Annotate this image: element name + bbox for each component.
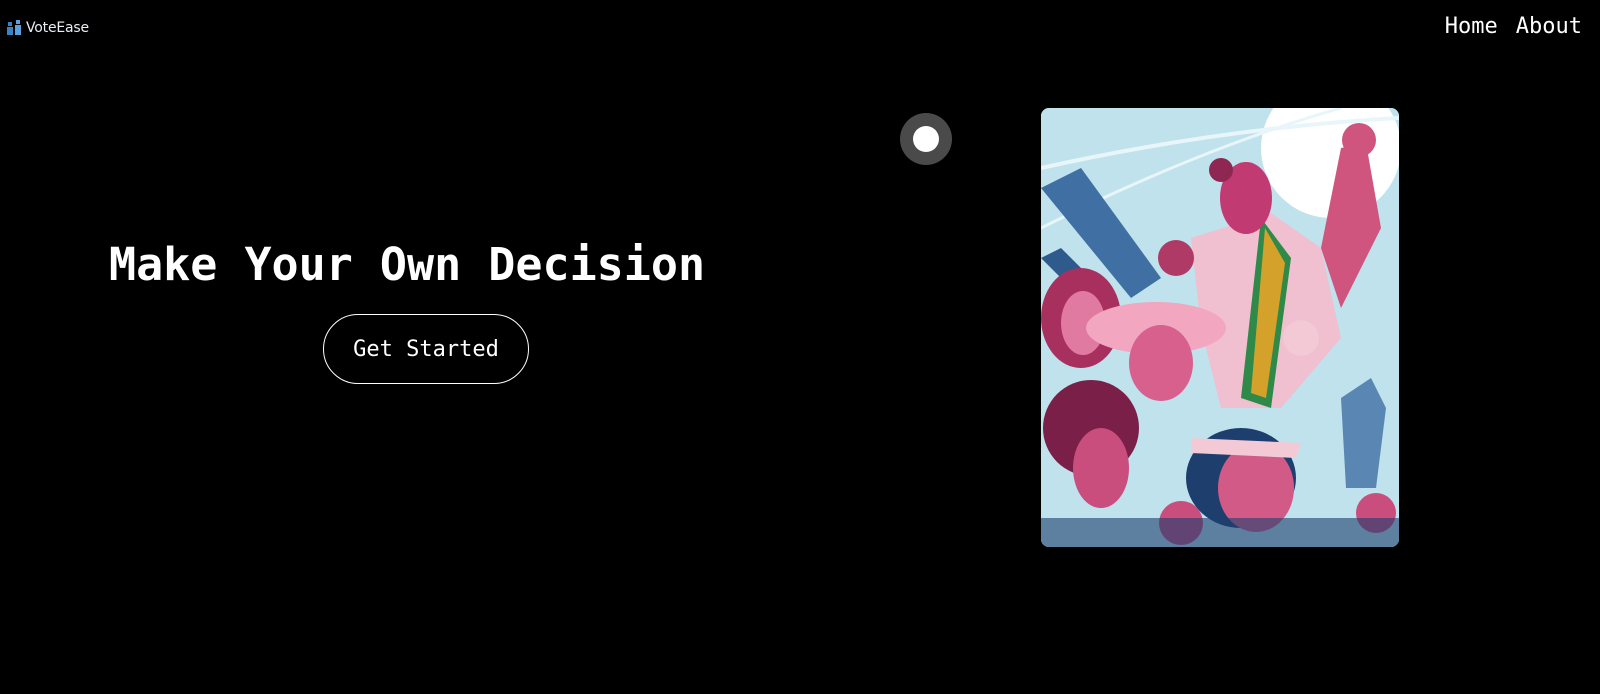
- protest-illustration: [1041, 108, 1399, 547]
- brand-name: VoteEase: [26, 19, 89, 36]
- nav-home-link[interactable]: Home: [1445, 14, 1498, 39]
- get-started-button[interactable]: Get Started: [323, 314, 529, 384]
- nav-about-link[interactable]: About: [1516, 14, 1582, 39]
- toggle-dot: [913, 126, 939, 152]
- brand-logo[interactable]: VoteEase: [7, 19, 89, 36]
- top-nav: Home About: [1445, 14, 1582, 39]
- landing-page: VoteEase Home About Make Your Own Decisi…: [0, 0, 1600, 694]
- voters-icon: [7, 19, 23, 36]
- circle-toggle-icon[interactable]: [900, 113, 952, 165]
- hero-title: Make Your Own Decision: [109, 238, 706, 291]
